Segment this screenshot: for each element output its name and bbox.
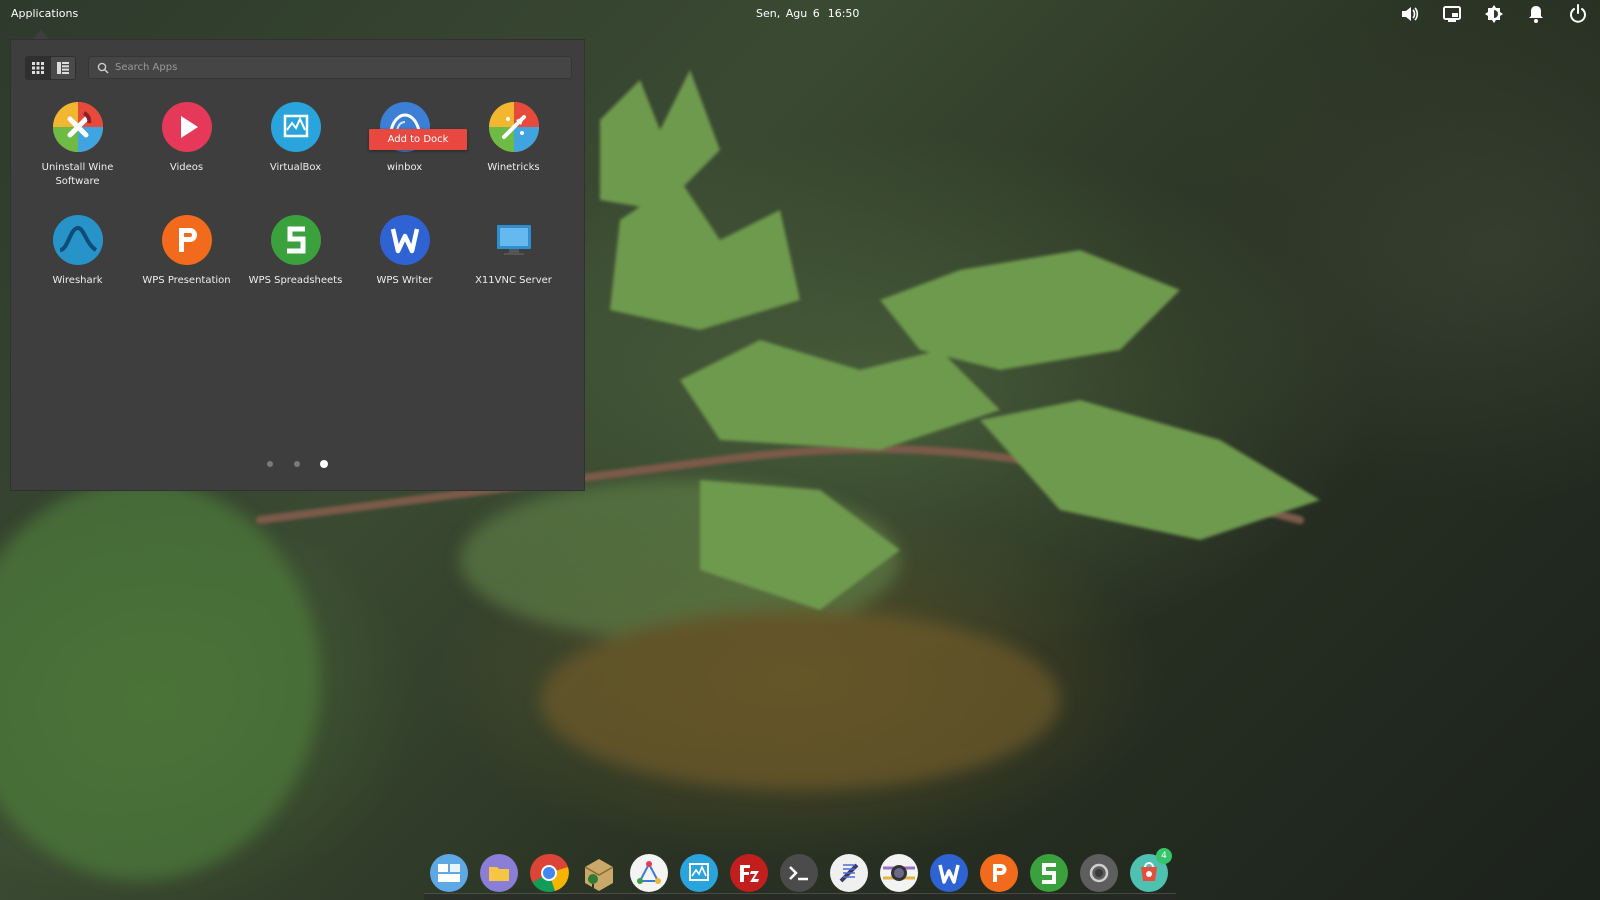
wps-writer-dock-icon[interactable] [929,853,969,893]
applications-menu-button[interactable]: Applications [11,7,78,20]
app-tile[interactable]: Videos [132,98,241,211]
wireshark-icon [52,214,104,266]
virtualbox-dock-icon[interactable] [679,853,719,893]
dock: 4 [423,846,1175,900]
uninstall-wine-icon [52,101,104,153]
power-icon[interactable] [1566,3,1590,25]
app-label: WPS Presentation [142,275,231,286]
page-indicator [266,460,328,468]
wps-presentation-icon [161,214,213,266]
add-to-dock-button[interactable]: Add to Dock [369,129,467,150]
app-label: VirtualBox [269,162,322,173]
virtualbox-icon [270,101,322,153]
app-tile[interactable]: WPS Spreadsheets [241,211,350,324]
search-icon [97,62,109,74]
appcenter-icon[interactable]: 4 [1129,848,1172,893]
app-grid: Uninstall Wine Software Videos VirtualBo… [23,98,573,324]
terminal-icon[interactable] [779,853,819,893]
category-list-icon [56,62,69,74]
top-panel: Applications Sen, Agu 6 16:50 [0,0,1600,27]
app-tile[interactable]: Wireshark [23,211,132,324]
menu-arrow [33,30,49,39]
chrome-icon[interactable] [529,853,569,893]
multitasking-view-icon[interactable] [429,853,469,893]
app-label: Videos [169,162,204,173]
app-label: winbox [386,162,423,173]
app-label: WPS Spreadsheets [248,275,343,286]
update-count-badge: 4 [1156,848,1172,864]
view-mode-toggle [25,56,76,80]
app-label: X11VNC Server [475,275,552,286]
wps-writer-icon [379,214,431,266]
applications-menu: Uninstall Wine Software Videos VirtualBo… [10,39,585,491]
page-dot[interactable] [294,461,300,467]
clock[interactable]: Sen, Agu 6 16:50 [756,7,867,20]
volume-icon[interactable] [1398,3,1422,25]
search-input[interactable] [115,62,555,73]
app-tile[interactable]: WPS Writer [350,211,459,324]
app-tile[interactable]: Winetricks [459,98,568,211]
winetricks-icon [488,101,540,153]
x11vnc-icon [488,214,540,266]
grid-view-button[interactable] [26,57,51,79]
app-label: WPS Writer [376,275,433,286]
settings-circle-icon[interactable] [1079,853,1119,893]
videos-icon [161,101,213,153]
camera-icon[interactable] [879,853,919,893]
time-label: 16:50 [827,7,860,20]
notifications-icon[interactable] [1524,3,1548,25]
page-dot-active[interactable] [320,460,328,468]
page-dot[interactable] [267,461,273,467]
display-icon[interactable] [1440,3,1464,25]
screenshot-tool-icon[interactable] [829,853,869,893]
app-tile[interactable]: Uninstall Wine Software [23,98,132,211]
graph-app-icon[interactable] [629,853,669,893]
date-label: Sen, Agu 6 [756,7,820,20]
filezilla-icon[interactable] [729,853,769,893]
app-label: Winetricks [487,162,540,173]
app-label: Wireshark [52,275,103,286]
app-tile[interactable]: X11VNC Server [459,211,568,324]
category-view-button[interactable] [50,57,75,79]
app-tile[interactable]: WPS Presentation [132,211,241,324]
files-icon[interactable] [479,853,519,893]
app-tile[interactable]: VirtualBox [241,98,350,211]
system-tray [1398,3,1590,25]
brightness-icon[interactable] [1482,3,1506,25]
wps-presentation-dock-icon[interactable] [979,853,1019,893]
archive-manager-icon[interactable] [579,853,619,893]
app-label: Uninstall Wine Software [41,162,114,187]
grid-icon [32,62,45,74]
wps-spreadsheets-dock-icon[interactable] [1029,853,1069,893]
app-tile[interactable]: Add to Dock winbox [350,98,467,211]
wps-spreadsheets-icon [270,214,322,266]
search-field[interactable] [88,56,572,79]
